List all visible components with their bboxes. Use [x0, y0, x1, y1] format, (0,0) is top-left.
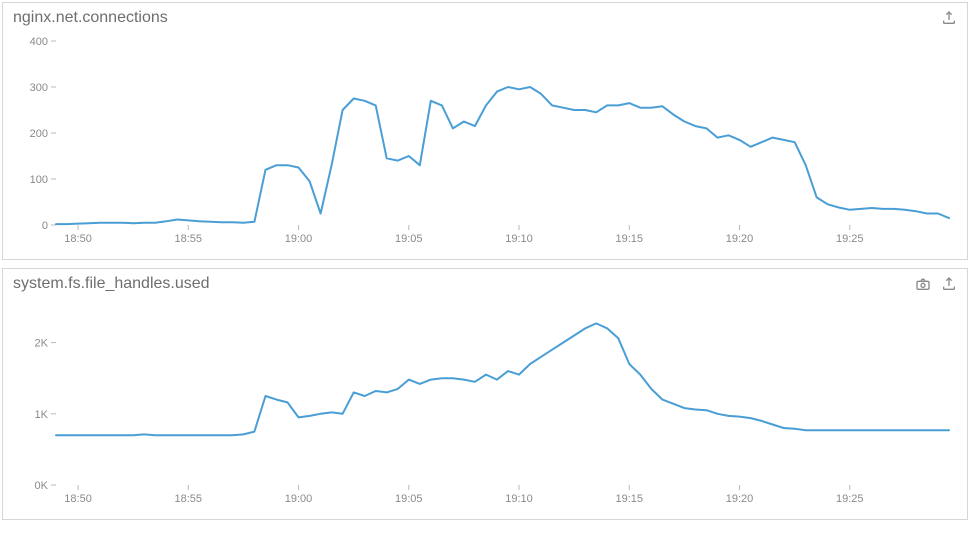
svg-text:19:20: 19:20: [726, 233, 754, 245]
svg-text:1K: 1K: [35, 409, 49, 421]
camera-icon[interactable]: [915, 276, 931, 292]
panel-header: system.fs.file_handles.used: [3, 269, 967, 297]
export-icon[interactable]: [941, 10, 957, 26]
svg-text:0K: 0K: [35, 480, 49, 492]
export-icon[interactable]: [941, 276, 957, 292]
panel-header: nginx.net.connections: [3, 3, 967, 31]
svg-text:19:05: 19:05: [395, 233, 423, 245]
svg-text:18:55: 18:55: [175, 233, 203, 245]
svg-text:19:10: 19:10: [505, 493, 533, 505]
svg-text:19:00: 19:00: [285, 493, 313, 505]
chart-panel-nginx: nginx.net.connections 0 100 200 300 400 18:50…: [2, 2, 968, 260]
svg-text:19:05: 19:05: [395, 493, 423, 505]
svg-text:100: 100: [30, 174, 48, 186]
svg-text:18:50: 18:50: [64, 493, 92, 505]
svg-text:19:10: 19:10: [505, 233, 533, 245]
chart-title: system.fs.file_handles.used: [13, 275, 210, 293]
svg-text:18:55: 18:55: [175, 493, 203, 505]
svg-text:19:15: 19:15: [616, 493, 644, 505]
panel-actions: [941, 10, 957, 26]
chart-panel-filehandles: system.fs.file_handles.used 0K 1K 2K 18:50 1…: [2, 268, 968, 520]
svg-text:18:50: 18:50: [64, 233, 92, 245]
svg-text:400: 400: [30, 36, 48, 48]
panel-actions: [915, 276, 957, 292]
svg-text:200: 200: [30, 128, 48, 140]
svg-text:19:00: 19:00: [285, 233, 313, 245]
chart-plot-area[interactable]: 0K 1K 2K 18:50 18:55 19:00 19:05 19:10 19:15 19:2…: [11, 297, 959, 511]
svg-text:300: 300: [30, 82, 48, 94]
svg-text:19:25: 19:25: [836, 233, 864, 245]
svg-text:2K: 2K: [35, 338, 49, 350]
svg-text:0: 0: [42, 220, 48, 232]
svg-text:19:20: 19:20: [726, 493, 754, 505]
chart-plot-area[interactable]: 0 100 200 300 400 18:50 18:55 19:00 19:05 19:10 19…: [11, 31, 959, 251]
svg-text:19:15: 19:15: [616, 233, 644, 245]
chart-title: nginx.net.connections: [13, 9, 168, 27]
svg-text:19:25: 19:25: [836, 493, 864, 505]
